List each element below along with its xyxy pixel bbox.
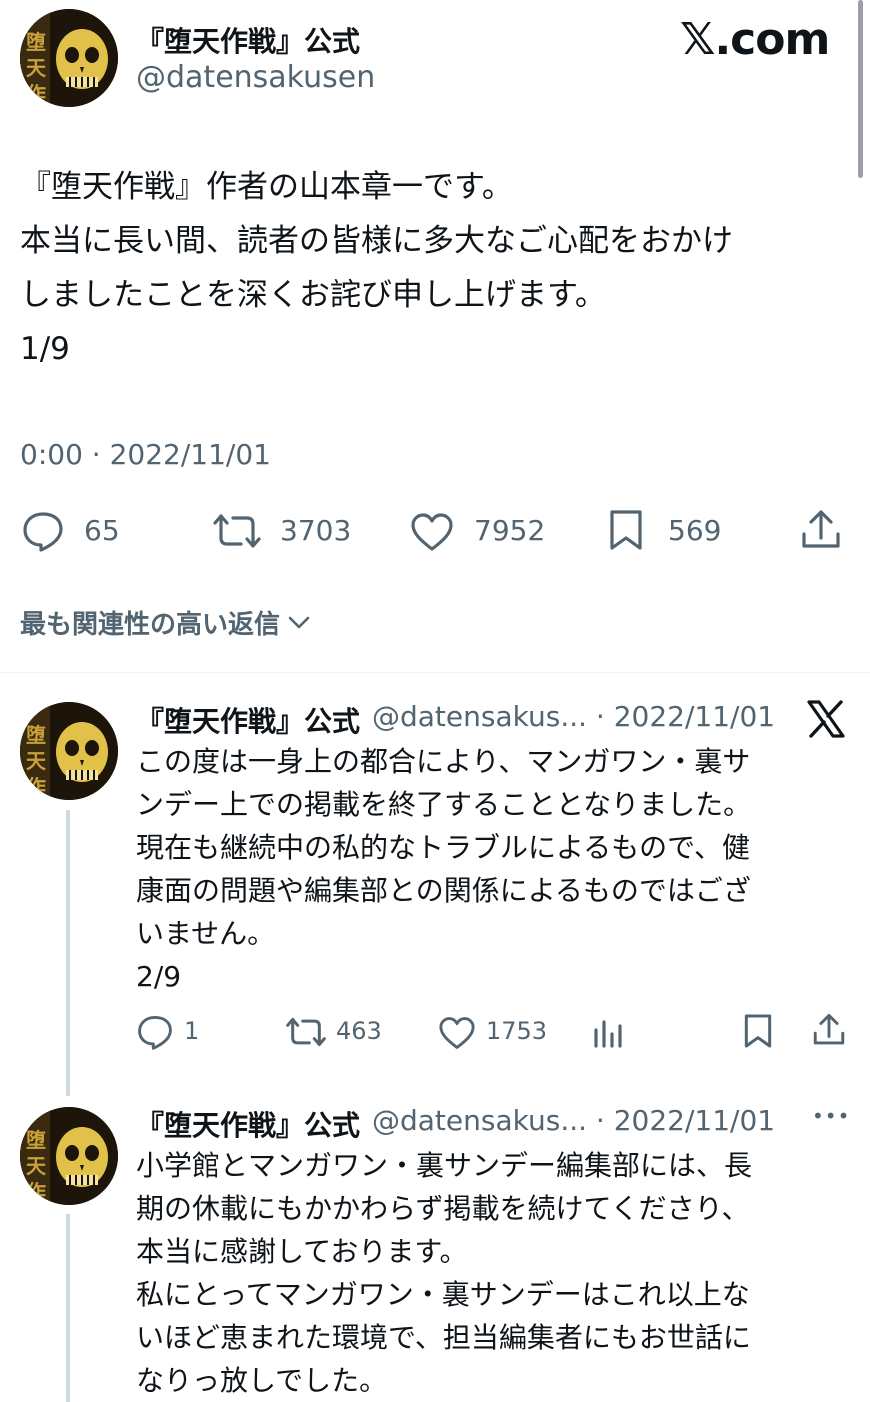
retweet-count: 463 xyxy=(336,1017,382,1045)
reply-avatar[interactable]: 堕 天 作 xyxy=(20,702,118,800)
reply-text: 小学館とマンガワン・裏サンデー編集部には、長 期の休載にもかかわらず掲載を続けて… xyxy=(136,1144,856,1402)
svg-text:堕: 堕 xyxy=(26,723,46,747)
like-icon[interactable] xyxy=(438,1016,476,1050)
reply-icon[interactable] xyxy=(137,1014,173,1050)
svg-text:堕: 堕 xyxy=(26,1128,46,1152)
reply-avatar[interactable]: 堕 天 作 xyxy=(20,1107,118,1205)
skull-avatar-icon: 堕 天 作 xyxy=(20,9,118,107)
share-icon[interactable] xyxy=(800,508,842,552)
like-count: 7952 xyxy=(474,514,546,547)
thread-line xyxy=(66,810,70,1096)
reply-line: なりっ放しでした。 xyxy=(136,1364,388,1397)
bookmark-count: 569 xyxy=(668,514,722,547)
reply-line: いません。 xyxy=(136,917,276,950)
thread-line xyxy=(66,1214,70,1402)
reply-sort-label: 最も関連性の高い返信 xyxy=(20,610,281,640)
reply-sort-dropdown[interactable]: 最も関連性の高い返信 xyxy=(20,604,310,641)
retweet-icon[interactable] xyxy=(213,512,261,550)
bookmark-icon[interactable] xyxy=(743,1013,773,1049)
reply-line: 本当に感謝しております。 xyxy=(136,1235,468,1268)
tweet-line: 『堕天作戦』作者の山本章一です。 xyxy=(20,169,513,205)
divider xyxy=(0,672,870,673)
reply-icon[interactable] xyxy=(22,510,64,552)
reply-line: 康面の問題や編集部との関係によるものではござ xyxy=(136,874,751,907)
reply-text: この度は一身上の都合により、マンガワン・裏サ ンデー上での掲載を終了することとな… xyxy=(136,740,856,998)
svg-text:天: 天 xyxy=(26,749,47,773)
svg-text:作: 作 xyxy=(26,82,46,106)
display-name[interactable]: 『堕天作戦』公式 xyxy=(136,20,360,60)
chevron-down-icon xyxy=(288,616,310,630)
reply-line: 私にとってマンガワン・裏サンデーはこれ以上な xyxy=(136,1278,750,1311)
scrollbar[interactable] xyxy=(858,0,863,178)
reply-line: 現在も継続中の私的なトラブルによるもので、健 xyxy=(136,831,751,864)
like-icon[interactable] xyxy=(410,512,454,552)
more-options-icon[interactable]: ••• xyxy=(812,1104,850,1128)
analytics-icon[interactable] xyxy=(592,1014,624,1048)
retweet-count: 3703 xyxy=(280,514,352,547)
reply-display-name[interactable]: 『堕天作戦』公式 xyxy=(136,1104,360,1144)
reply-line: ンデー上での掲載を終了することとなりました。 xyxy=(136,788,752,821)
tweet-line: 本当に長い間、読者の皆様に多大なご心配をおかけ xyxy=(20,223,733,259)
x-logo-icon[interactable] xyxy=(806,700,846,738)
reply-display-name[interactable]: 『堕天作戦』公式 xyxy=(136,700,360,740)
like-count: 1753 xyxy=(486,1017,548,1045)
tweet-text: 『堕天作戦』作者の山本章一です。 本当に長い間、読者の皆様に多大なご心配をおかけ… xyxy=(20,160,850,376)
avatar[interactable]: 堕 天 作 xyxy=(20,9,118,107)
reply-line: いほど恵まれた環境で、担当編集者にもお世話に xyxy=(136,1321,751,1354)
reply-count: 65 xyxy=(84,514,120,547)
retweet-icon[interactable] xyxy=(286,1016,326,1048)
share-icon[interactable] xyxy=(812,1012,846,1048)
tweet-timestamp[interactable]: 0:00 · 2022/11/01 xyxy=(20,438,271,471)
skull-avatar-icon: 堕 天 作 xyxy=(20,1107,118,1205)
reply-line: 期の休載にもかかわらず掲載を続けてくださり、 xyxy=(136,1192,750,1225)
tweet-line: しましたことを深くお詫び申し上げます。 xyxy=(20,277,606,313)
reply-handle[interactable]: @datensakus... · 2022/11/01 xyxy=(372,1104,775,1137)
reply-line: この度は一身上の都合により、マンガワン・裏サ xyxy=(136,745,751,778)
tweet-line: 1/9 xyxy=(20,331,70,367)
svg-text:天: 天 xyxy=(26,56,47,80)
reply-handle[interactable]: @datensakus... · 2022/11/01 xyxy=(372,700,775,733)
brand-logo: 𝕏.com xyxy=(680,14,830,65)
reply-count: 1 xyxy=(184,1017,200,1045)
user-handle[interactable]: @datensakusen xyxy=(136,60,375,95)
bookmark-icon[interactable] xyxy=(608,509,644,551)
svg-text:作: 作 xyxy=(26,1180,46,1204)
svg-text:作: 作 xyxy=(26,775,46,799)
reply-line: 小学館とマンガワン・裏サンデー編集部には、長 xyxy=(136,1149,753,1182)
svg-text:堕: 堕 xyxy=(26,30,46,54)
svg-text:天: 天 xyxy=(26,1154,47,1178)
reply-line: 2/9 xyxy=(136,960,182,993)
skull-avatar-icon: 堕 天 作 xyxy=(20,702,118,800)
